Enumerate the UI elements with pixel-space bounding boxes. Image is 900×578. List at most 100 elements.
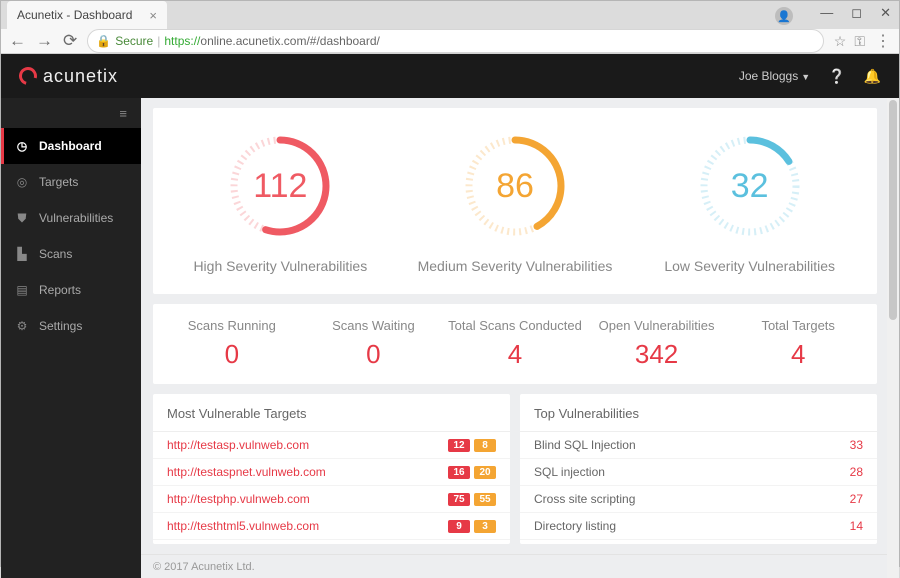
vuln-name[interactable]: SQL injection	[534, 465, 605, 479]
sidebar: ≡ ◷ Dashboard ◎ Targets ⛊ Vulnerabilities ▙ Sca…	[1, 98, 141, 578]
maximize-icon[interactable]: ◻	[851, 5, 862, 21]
sidebar-icon: ▙	[15, 247, 29, 261]
browser-window: Acunetix - Dashboard × 👤 — ◻ ✕ ← → ⟳ 🔒 S…	[0, 0, 900, 567]
sidebar-icon: ⛊	[15, 211, 29, 226]
secure-label: Secure	[115, 34, 153, 48]
logo-icon	[16, 64, 41, 89]
scrollbar[interactable]	[887, 98, 899, 578]
key-icon[interactable]: ⚿	[854, 33, 865, 50]
table-row: http://testaspnet.vulnweb.com1620	[153, 459, 510, 486]
table-row: Directory listing 14	[520, 513, 877, 540]
med-badge: 3	[474, 520, 496, 533]
vuln-count: 27	[850, 492, 863, 506]
browser-tab[interactable]: Acunetix - Dashboard ×	[7, 1, 167, 29]
close-icon[interactable]: ×	[149, 8, 157, 23]
gauge: 32	[696, 132, 804, 240]
vuln-name[interactable]: Cross site scripting	[534, 492, 635, 506]
stat-label: Scans Waiting	[303, 318, 445, 333]
bell-icon[interactable]: 🔔	[864, 68, 881, 85]
user-menu[interactable]: Joe Bloggs▼	[739, 69, 810, 83]
minimize-icon[interactable]: —	[820, 5, 833, 21]
target-link[interactable]: http://testaspnet.vulnweb.com	[167, 465, 326, 479]
most-vulnerable-panel: Most Vulnerable Targets http://testasp.v…	[153, 394, 510, 544]
stat-value: 0	[161, 339, 303, 370]
med-badge: 55	[474, 493, 496, 506]
vuln-name[interactable]: Blind SQL Injection	[534, 438, 636, 452]
window-controls: — ◻ ✕	[820, 5, 891, 21]
profile-icon[interactable]: 👤	[775, 7, 793, 25]
panel-title: Top Vulnerabilities	[520, 394, 877, 432]
sidebar-item-label: Reports	[39, 283, 81, 297]
stat-label: Total Scans Conducted	[444, 318, 586, 333]
table-row: http://testhtml5.vulnweb.com 93	[153, 513, 510, 540]
vuln-count: 14	[850, 519, 863, 533]
high-badge: 75	[448, 493, 470, 506]
collapse-icon[interactable]: ≡	[1, 98, 141, 128]
sidebar-item-targets[interactable]: ◎ Targets	[1, 164, 141, 200]
gauge: 86	[461, 132, 569, 240]
lock-icon: 🔒	[96, 34, 111, 48]
table-row: Cross site scripting 27	[520, 486, 877, 513]
help-icon[interactable]: ❔	[828, 68, 845, 85]
sidebar-item-label: Settings	[39, 319, 82, 333]
brand-logo[interactable]: acunetix	[19, 66, 118, 87]
table-row: http://testphp.vulnweb.com 75 55	[153, 486, 510, 513]
footer-text: © 2017 Acunetix Ltd.	[141, 554, 899, 578]
sidebar-item-label: Dashboard	[39, 139, 102, 153]
star-icon[interactable]: ☆	[834, 33, 847, 50]
sidebar-item-label: Targets	[39, 175, 78, 189]
gauge-label: Low Severity Vulnerabilities	[664, 258, 835, 274]
back-icon[interactable]: ←	[9, 31, 26, 51]
stat-value: 0	[303, 339, 445, 370]
sidebar-item-scans[interactable]: ▙ Scans	[1, 236, 141, 272]
vuln-count: 33	[850, 438, 863, 452]
gauge-value: 32	[696, 132, 804, 240]
stat-value: 4	[727, 339, 869, 370]
vuln-name[interactable]: Directory listing	[534, 519, 616, 533]
app: acunetix Joe Bloggs▼ ❔ 🔔 ≡ ◷ Dashboard ◎ Ta…	[1, 54, 899, 578]
gauge-label: Medium Severity Vulnerabilities	[418, 258, 613, 274]
menu-icon[interactable]: ⋮	[875, 31, 891, 51]
target-link[interactable]: http://testhtml5.vulnweb.com	[167, 519, 319, 533]
severity-gauges: 112 High Severity Vulnerabilities 86 Med…	[153, 108, 877, 294]
main-content: 112 High Severity Vulnerabilities 86 Med…	[141, 98, 899, 578]
sidebar-item-label: Vulnerabilities	[39, 211, 113, 225]
sidebar-item-label: Scans	[39, 247, 72, 261]
sidebar-icon: ◎	[15, 175, 29, 189]
stat-value: 4	[444, 339, 586, 370]
reload-icon[interactable]: ⟳	[63, 31, 77, 51]
app-header: acunetix Joe Bloggs▼ ❔ 🔔	[1, 54, 899, 98]
sidebar-item-dashboard[interactable]: ◷ Dashboard	[1, 128, 141, 164]
gauge-value: 86	[461, 132, 569, 240]
table-row: http://testasp.vulnweb.com128	[153, 432, 510, 459]
gauge-label: High Severity Vulnerabilities	[193, 258, 367, 274]
tab-title: Acunetix - Dashboard	[17, 8, 132, 22]
table-row: Blind SQL Injection 33	[520, 432, 877, 459]
panel-title: Most Vulnerable Targets	[153, 394, 510, 432]
target-link[interactable]: http://testphp.vulnweb.com	[167, 492, 310, 506]
vuln-count: 28	[850, 465, 863, 479]
table-row: SQL injection 28	[520, 459, 877, 486]
stat-value: 342	[586, 339, 728, 370]
close-window-icon[interactable]: ✕	[880, 5, 891, 21]
sidebar-item-reports[interactable]: ▤ Reports	[1, 272, 141, 308]
address-bar: ← → ⟳ 🔒 Secure | https://online.acunetix…	[1, 29, 899, 54]
sidebar-item-settings[interactable]: ⚙ Settings	[1, 308, 141, 344]
stat-label: Open Vulnerabilities	[586, 318, 728, 333]
sidebar-icon: ◷	[15, 139, 29, 153]
med-badge: 8	[474, 439, 496, 452]
url-input[interactable]: 🔒 Secure | https://online.acunetix.com/#…	[87, 29, 824, 53]
brand-name: acunetix	[43, 66, 118, 87]
forward-icon[interactable]: →	[36, 31, 53, 51]
top-vulnerabilities-panel: Top Vulnerabilities Blind SQL Injection 3…	[520, 394, 877, 544]
gauge-value: 112	[226, 132, 334, 240]
sidebar-icon: ▤	[15, 283, 29, 297]
target-link[interactable]: http://testasp.vulnweb.com	[167, 438, 309, 452]
sidebar-icon: ⚙	[15, 319, 29, 333]
stats-row: Scans Running0Scans Waiting0Total Scans …	[153, 304, 877, 384]
sidebar-item-vulnerabilities[interactable]: ⛊ Vulnerabilities	[1, 200, 141, 236]
med-badge: 20	[474, 466, 496, 479]
browser-tabs: Acunetix - Dashboard × 👤 — ◻ ✕	[1, 1, 899, 29]
stat-label: Total Targets	[727, 318, 869, 333]
high-badge: 9	[448, 520, 470, 533]
